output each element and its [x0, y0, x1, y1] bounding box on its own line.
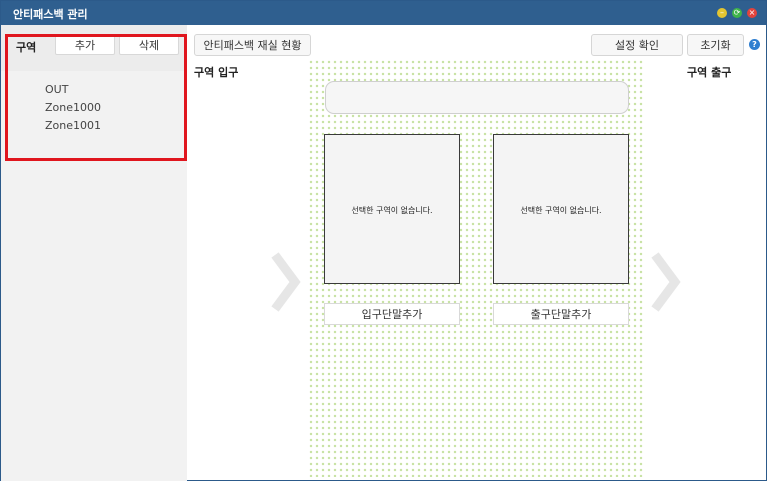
restore-icon: ⟳ [733, 8, 741, 17]
zone-sidebar: 구역 추가 삭제 OUT Zone1000 Zone1001 [1, 25, 187, 481]
add-exit-terminal-button[interactable]: 출구단말추가 [493, 303, 629, 325]
minimize-button[interactable]: – [717, 8, 727, 18]
chevron-right-icon [651, 252, 681, 312]
reset-button[interactable]: 초기화 [687, 34, 744, 56]
zone-name-field[interactable] [325, 81, 629, 114]
entry-terminal-panel[interactable]: 선택한 구역이 없습니다. [324, 134, 460, 284]
exit-terminal-panel[interactable]: 선택한 구역이 없습니다. [493, 134, 629, 284]
zone-item-zone1000[interactable]: Zone1000 [45, 99, 101, 117]
close-icon: × [748, 8, 756, 17]
zone-item-out[interactable]: OUT [45, 81, 101, 99]
zone-item-zone1001[interactable]: Zone1001 [45, 117, 101, 135]
antipassback-window: 안티패스백 관리 – ⟳ × 구역 추가 삭제 OUT Zone1000 Zon… [0, 0, 767, 481]
delete-zone-button[interactable]: 삭제 [119, 35, 179, 55]
window-title: 안티패스백 관리 [13, 8, 88, 21]
chevron-right-icon [271, 252, 301, 312]
add-entry-terminal-button[interactable]: 입구단말추가 [324, 303, 460, 325]
help-icon[interactable]: ? [749, 39, 760, 50]
sidebar-title: 구역 [16, 41, 37, 54]
add-zone-button[interactable]: 추가 [55, 35, 115, 55]
close-button[interactable]: × [747, 8, 757, 18]
title-bar[interactable]: 안티패스백 관리 – ⟳ × [1, 1, 766, 25]
exit-empty-message: 선택한 구역이 없습니다. [520, 206, 602, 215]
entry-empty-message: 선택한 구역이 없습니다. [351, 206, 433, 215]
confirm-settings-button[interactable]: 설정 확인 [591, 34, 683, 56]
zone-list: OUT Zone1000 Zone1001 [45, 81, 101, 135]
maximize-button[interactable]: ⟳ [732, 8, 742, 18]
minimize-icon: – [720, 8, 724, 17]
zone-exit-label: 구역 출구 [687, 66, 732, 79]
zone-entry-label: 구역 입구 [194, 66, 239, 79]
sidebar-header: 구역 추가 삭제 [1, 25, 187, 71]
occupancy-status-button[interactable]: 안티패스백 재실 현황 [194, 34, 311, 56]
